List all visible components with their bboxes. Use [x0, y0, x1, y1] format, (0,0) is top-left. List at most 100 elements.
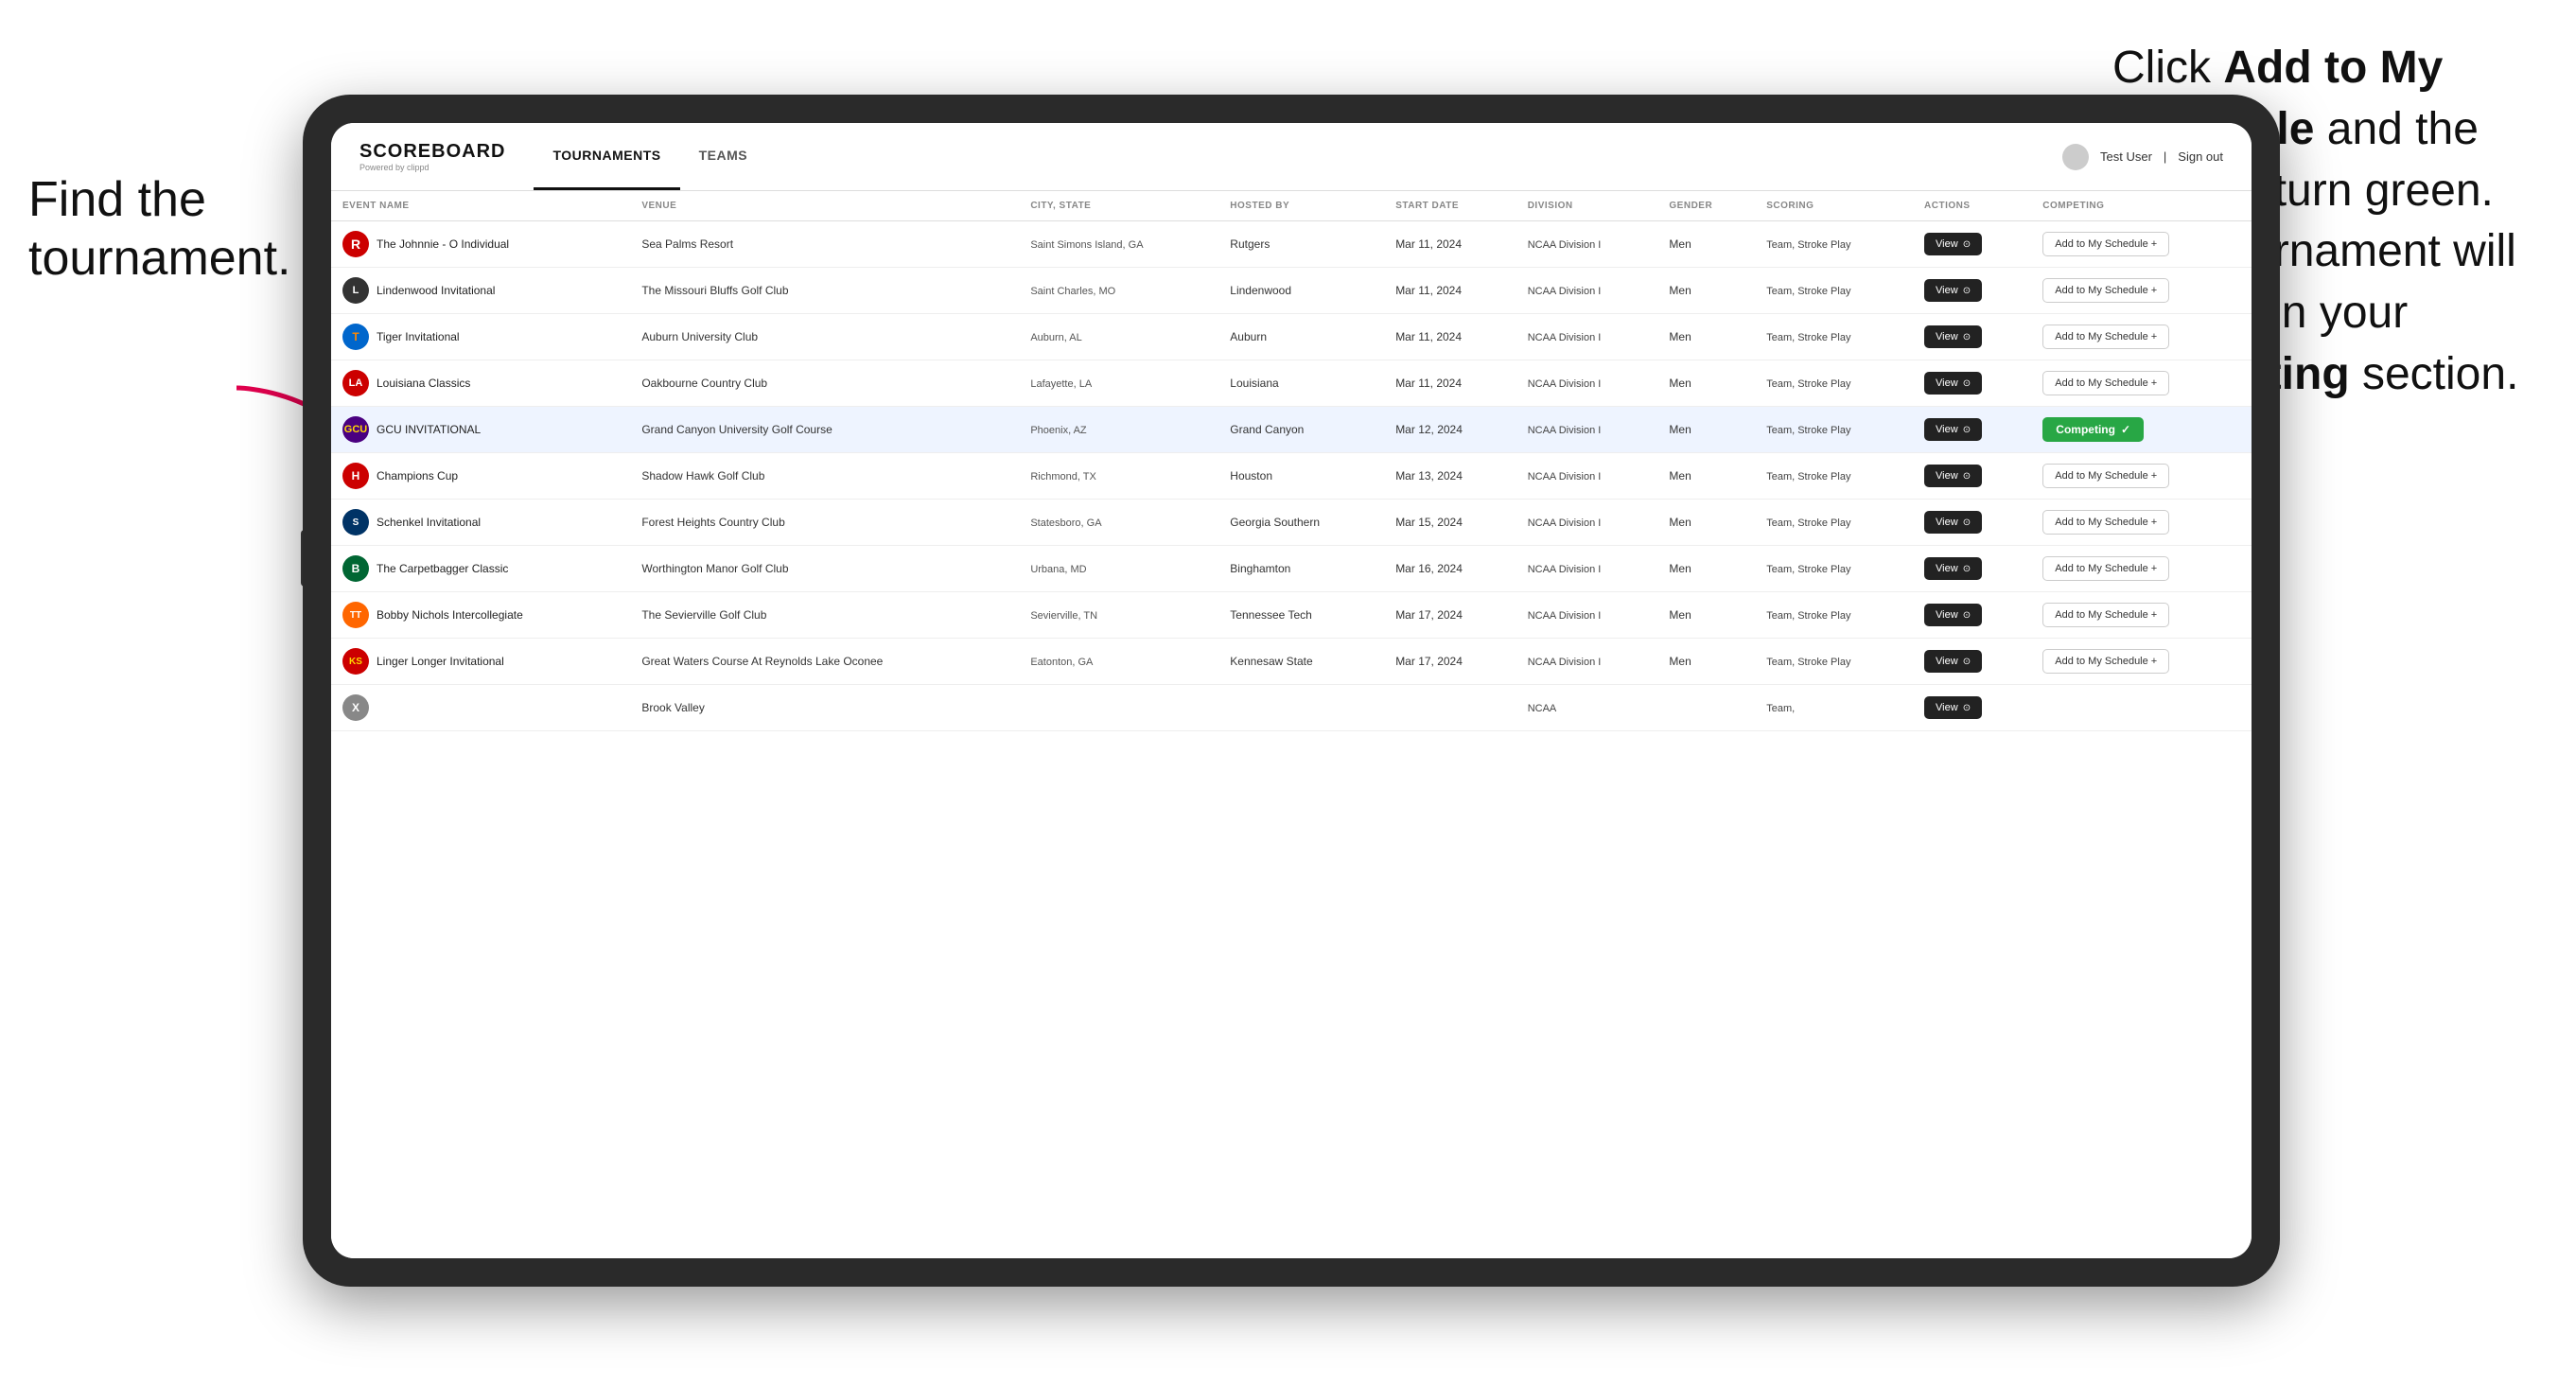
view-button[interactable]: View ⊙	[1924, 418, 1982, 441]
table-body: R The Johnnie - O Individual Sea Palms R…	[331, 221, 2252, 731]
add-to-schedule-button[interactable]: Add to My Schedule +	[2042, 325, 2169, 349]
view-label: View	[1936, 702, 1958, 713]
app-logo-sub: Powered by clippd	[359, 163, 505, 172]
event-name-text: GCU INVITATIONAL	[377, 423, 481, 436]
event-name-cell: KS Linger Longer Invitational	[342, 648, 619, 675]
view-button[interactable]: View ⊙	[1924, 279, 1982, 302]
event-name-text: Schenkel Invitational	[377, 516, 481, 529]
gender: Men	[1669, 655, 1691, 668]
city-text: Phoenix, AZ	[1030, 425, 1086, 436]
eye-icon: ⊙	[1963, 286, 1971, 296]
add-to-schedule-button[interactable]: Add to My Schedule +	[2042, 510, 2169, 535]
logo-area: SCOREBOARD Powered by clippd	[359, 141, 505, 172]
col-hosted-by: HOSTED BY	[1218, 191, 1384, 221]
city-text: Statesboro, GA	[1030, 518, 1101, 529]
division: NCAA Division I	[1528, 286, 1602, 297]
team-logo: KS	[342, 648, 369, 675]
tablet-frame: SCOREBOARD Powered by clippd TOURNAMENTS…	[303, 95, 2280, 1287]
eye-icon: ⊙	[1963, 518, 1971, 528]
scoring: Team, Stroke Play	[1766, 332, 1850, 343]
eye-icon: ⊙	[1963, 239, 1971, 250]
table-row: B The Carpetbagger Classic Worthington M…	[331, 546, 2252, 592]
scoring: Team, Stroke Play	[1766, 378, 1850, 390]
col-start-date: START DATE	[1384, 191, 1516, 221]
team-logo: L	[342, 277, 369, 304]
division: NCAA Division I	[1528, 332, 1602, 343]
col-city-state: CITY, STATE	[1019, 191, 1218, 221]
event-name-cell: B The Carpetbagger Classic	[342, 555, 619, 582]
view-button[interactable]: View ⊙	[1924, 372, 1982, 395]
nav-tabs: TOURNAMENTS TEAMS	[534, 123, 766, 190]
start-date: Mar 13, 2024	[1395, 469, 1463, 482]
start-date: Mar 11, 2024	[1395, 377, 1462, 390]
venue-text: Oakbourne Country Club	[641, 377, 767, 390]
view-button[interactable]: View ⊙	[1924, 325, 1982, 348]
view-label: View	[1936, 377, 1958, 389]
team-logo: LA	[342, 370, 369, 396]
user-name: Test User	[2100, 149, 2152, 164]
event-name-cell: H Champions Cup	[342, 463, 619, 489]
view-label: View	[1936, 609, 1958, 621]
hosted-by: Grand Canyon	[1230, 423, 1304, 436]
event-name-cell: T Tiger Invitational	[342, 324, 619, 350]
tab-tournaments[interactable]: TOURNAMENTS	[534, 123, 679, 190]
view-label: View	[1936, 424, 1958, 435]
tab-teams[interactable]: TEAMS	[680, 123, 767, 190]
view-button[interactable]: View ⊙	[1924, 604, 1982, 626]
team-logo: R	[342, 231, 369, 257]
add-to-schedule-button[interactable]: Add to My Schedule +	[2042, 603, 2169, 627]
view-label: View	[1936, 470, 1958, 482]
gender: Men	[1669, 608, 1691, 622]
event-name-text: The Johnnie - O Individual	[377, 237, 509, 251]
tablet-screen: SCOREBOARD Powered by clippd TOURNAMENTS…	[331, 123, 2252, 1258]
view-label: View	[1936, 517, 1958, 528]
add-to-schedule-button[interactable]: Add to My Schedule +	[2042, 464, 2169, 488]
competing-button[interactable]: Competing ✓	[2042, 417, 2144, 442]
add-to-schedule-button[interactable]: Add to My Schedule +	[2042, 649, 2169, 674]
add-to-schedule-button[interactable]: Add to My Schedule +	[2042, 278, 2169, 303]
gender: Men	[1669, 423, 1691, 436]
division: NCAA Division I	[1528, 657, 1602, 668]
event-name-cell: L Lindenwood Invitational	[342, 277, 619, 304]
start-date: Mar 15, 2024	[1395, 516, 1463, 529]
add-schedule-label: Add to My Schedule +	[2055, 609, 2157, 621]
add-schedule-label: Add to My Schedule +	[2055, 331, 2157, 342]
col-venue: VENUE	[630, 191, 1019, 221]
eye-icon: ⊙	[1963, 378, 1971, 389]
event-name-cell: S Schenkel Invitational	[342, 509, 619, 535]
sign-out-link[interactable]: Sign out	[2178, 149, 2223, 164]
col-competing: COMPETING	[2031, 191, 2252, 221]
start-date: Mar 17, 2024	[1395, 655, 1463, 668]
eye-icon: ⊙	[1963, 610, 1971, 621]
eye-icon: ⊙	[1963, 657, 1971, 667]
view-button[interactable]: View ⊙	[1924, 233, 1982, 255]
view-button[interactable]: View ⊙	[1924, 557, 1982, 580]
scoring: Team, Stroke Play	[1766, 657, 1850, 668]
add-to-schedule-button[interactable]: Add to My Schedule +	[2042, 371, 2169, 395]
start-date: Mar 11, 2024	[1395, 284, 1462, 297]
event-name-text: The Carpetbagger Classic	[377, 562, 508, 575]
event-name-cell: LA Louisiana Classics	[342, 370, 619, 396]
division: NCAA Division I	[1528, 518, 1602, 529]
view-button[interactable]: View ⊙	[1924, 511, 1982, 534]
event-name-text: Linger Longer Invitational	[377, 655, 504, 668]
city-text: Auburn, AL	[1030, 332, 1081, 343]
table-container[interactable]: EVENT NAME VENUE CITY, STATE HOSTED BY S…	[331, 191, 2252, 1258]
event-name-text: Lindenwood Invitational	[377, 284, 495, 297]
hosted-by: Lindenwood	[1230, 284, 1291, 297]
view-label: View	[1936, 331, 1958, 342]
venue-text: Shadow Hawk Golf Club	[641, 469, 764, 482]
table-row: L Lindenwood Invitational The Missouri B…	[331, 268, 2252, 314]
add-to-schedule-button[interactable]: Add to My Schedule +	[2042, 232, 2169, 256]
division: NCAA Division I	[1528, 610, 1602, 622]
event-name-text: Bobby Nichols Intercollegiate	[377, 608, 523, 622]
event-name-cell: R The Johnnie - O Individual	[342, 231, 619, 257]
view-button[interactable]: View ⊙	[1924, 465, 1982, 487]
venue-text: The Missouri Bluffs Golf Club	[641, 284, 788, 297]
add-to-schedule-button[interactable]: Add to My Schedule +	[2042, 556, 2169, 581]
view-button[interactable]: View ⊙	[1924, 696, 1982, 719]
team-logo: TT	[342, 602, 369, 628]
view-button[interactable]: View ⊙	[1924, 650, 1982, 673]
venue-text: Sea Palms Resort	[641, 237, 733, 251]
eye-icon: ⊙	[1963, 564, 1971, 574]
